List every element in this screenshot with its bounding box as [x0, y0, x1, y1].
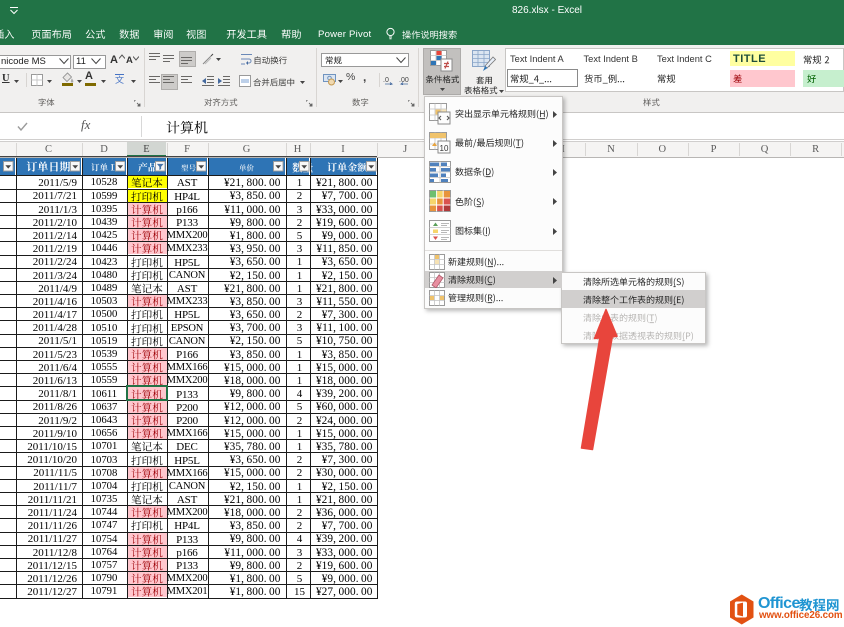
svg-text:10: 10 — [440, 144, 449, 153]
svg-text:.00: .00 — [399, 77, 409, 84]
svg-text:.0: .0 — [383, 77, 389, 84]
